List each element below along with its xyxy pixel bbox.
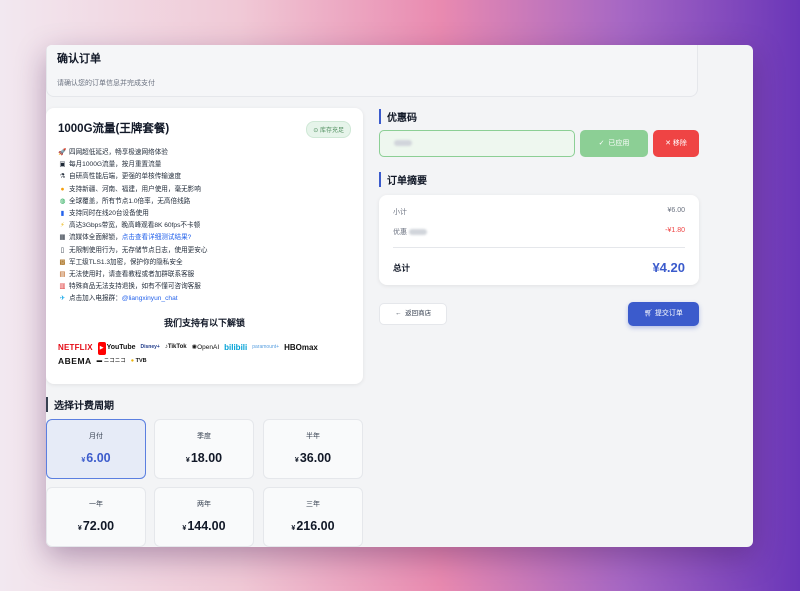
lightning-icon: ⚡ [60,222,65,230]
order-summary: 小计 ¥6.00 优惠 -¥1.80 总计 ¥4.20 [379,195,699,285]
checkout-window: 确认订单 请确认您的订单信息并完成支付 1000G流量(王牌套餐) ⊙ 库存充足… [46,45,753,547]
lab-icon: ⚗ [59,173,66,181]
support-icon: ▤ [59,271,66,279]
summary-divider [393,247,685,248]
disney-logo: Disney+ [140,344,160,351]
feature-item: ▩ 军工级TLS1.3加密，保护你的隐私安全 [58,257,351,269]
shield-icon: ▩ [59,258,66,266]
plan-card: 1000G流量(王牌套餐) ⊙ 库存充足 🚀 四网超低延迟，畅享极速网络体验 ▣ 每… [46,108,363,384]
arrow-left-icon: ← [394,310,402,317]
phone-icon: ▮ [60,210,65,218]
total-row: 总计 ¥4.20 [393,260,685,275]
bilibili-logo: bilibili [224,343,248,353]
billing-heading: 选择计费周期 [46,397,114,412]
globe-icon: ◍ [59,197,66,205]
feature-item: ● 支持新疆、河南、福建，用户使用，毫无影响 [58,184,351,196]
warning-icon: ▥ [59,283,66,291]
billing-option-three-years[interactable]: 三年 ¥216.00 [263,487,363,547]
feature-item: ✈ 点击加入电报群：@liangxinyun_chat [58,293,351,305]
billing-option-yearly[interactable]: 一年 ¥72.00 [46,487,146,547]
feature-item: ▦ 流媒体全面解锁，点击查看详细测试结果? [58,232,351,244]
paramount-logo: paramount+ [252,344,280,351]
feature-item: ▤ 无法使用时，请查看教程或者加群联系客服 [58,269,351,281]
youtube-logo: ▶ YouTube [97,341,136,355]
abema-logo: ABEMA [58,355,92,366]
telegram-icon: ✈ [59,295,66,303]
tvb-logo: ● TVB [130,357,147,364]
tiktok-logo: ♪TikTok [164,344,187,351]
billing-option-quarterly[interactable]: 季度 ¥18.00 [154,419,254,479]
page-subtitle: 请确认您的订单信息并完成支付 [57,80,155,87]
billing-option-half-year[interactable]: 半年 ¥36.00 [263,419,363,479]
back-to-store-button[interactable]: ← 返回商店 [379,303,447,325]
discount-label: 优惠 [393,227,427,237]
summary-heading: 订单摘要 [379,172,427,187]
page-header: 确认订单 请确认您的订单信息并完成支付 [46,45,698,97]
coupon-input[interactable] [379,130,575,157]
feature-item: ▮ 支持同时在线20台设备使用 [58,208,351,220]
feature-item: ▯ 无限制使用行为，无存储节点日志，使用更安心 [58,245,351,257]
subtotal-label: 小计 [393,209,407,216]
billing-option-monthly[interactable]: 月付 ¥6.00 [46,419,146,479]
coupon-heading: 优惠码 [379,109,417,124]
netflix-logo: NETFLIX [58,343,93,353]
coupon-code-masked [394,140,412,147]
submit-order-button[interactable]: 🛒︎ 提交订单 [628,302,699,326]
coupon-applied-button[interactable]: ✓ 已应用 [580,130,648,157]
subtotal-value: ¥6.00 [667,207,685,214]
unlock-title: 我们支持有以下解锁 [163,317,245,328]
discount-value: -¥1.80 [665,227,685,234]
total-value: ¥4.20 [652,260,685,275]
niconico-logo: ▬ ニコニコ [96,357,126,364]
page-title: 确认订单 [57,53,101,65]
coupon-remove-button[interactable]: ✕ 移除 [653,130,699,157]
streaming-logos: NETFLIX ▶ YouTube Disney+ ♪TikTok ✺OpenAI… [58,341,351,368]
check-icon: ✓ [598,140,605,147]
feature-item: ◍ 全球覆盖，所有节点1.0倍率，无高倍线路 [58,196,351,208]
film-icon: ▦ [59,234,66,242]
openai-logo: ✺OpenAI [191,344,220,352]
feature-list: 🚀 四网超低延迟，畅享极速网络体验 ▣ 每月1000G流量，按月重置流量 ⚗ 自研高性… [58,147,351,306]
subtotal-row: 小计 ¥6.00 [393,207,685,217]
data-icon: ▣ [59,161,66,169]
telegram-link[interactable]: @liangxinyun_chat [122,295,178,302]
hbomax-logo: HBOmax [284,343,318,353]
test-results-link[interactable]: 点击查看详细测试结果? [122,234,192,241]
feature-item: 🚀 四网超低延迟，畅享极速网络体验 [58,147,351,159]
billing-option-two-years[interactable]: 两年 ¥144.00 [154,487,254,547]
feature-item: ⚗ 自研高性能后端，更强的单核传输速度 [58,171,351,183]
discount-row: 优惠 -¥1.80 [393,227,685,237]
total-label: 总计 [393,262,411,273]
close-icon: ✕ [665,140,671,147]
rocket-icon: 🚀 [58,149,67,156]
cart-icon: 🛒︎ [644,310,653,317]
feature-item: ⚡ 高达3Gbps带宽，晚高峰观看8K 60fps不卡顿 [58,220,351,232]
unlimited-icon: ▯ [60,246,65,254]
feature-item: ▣ 每月1000G流量，按月重置流量 [58,159,351,171]
feature-item: ▥ 特殊商品无法支持退换，如有不懂可咨询客服 [58,281,351,293]
stock-badge: ⊙ 库存充足 [306,121,351,138]
fire-icon: ● [60,185,65,193]
